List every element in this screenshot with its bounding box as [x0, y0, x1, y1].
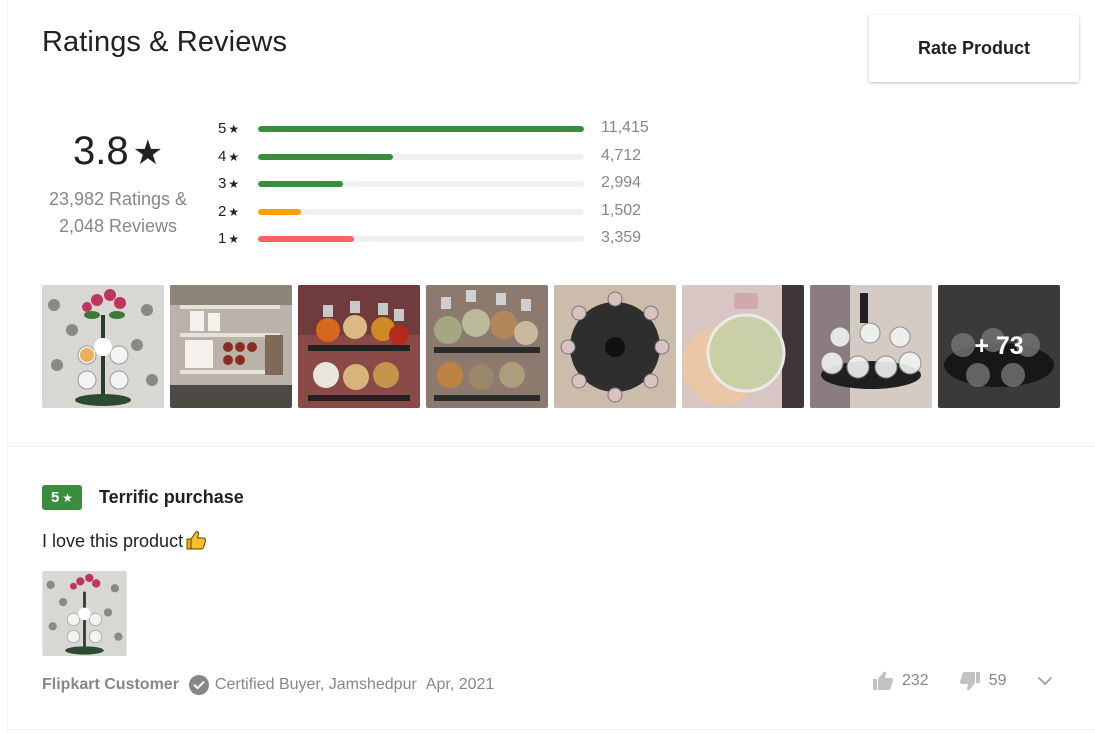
- rating-count: 3,359: [601, 229, 642, 246]
- star-icon: ★: [132, 134, 164, 172]
- star-icon: ★: [228, 122, 240, 136]
- customer-photo-more[interactable]: + 73: [938, 285, 1060, 408]
- star-icon: ★: [228, 149, 240, 164]
- certified-buyer: Certified Buyer, Jamshedpur: [214, 676, 417, 693]
- dislike-button[interactable]: 59: [959, 671, 1007, 691]
- rating-count: 11,415: [601, 119, 649, 136]
- star-icon: ★: [62, 490, 74, 505]
- ratings-total: 23,982 Ratings &: [48, 189, 188, 209]
- star-icon: ★: [228, 177, 240, 191]
- more-photos-label[interactable]: + 73: [938, 285, 1060, 408]
- review-photo[interactable]: [42, 571, 127, 656]
- review-date: Apr, 2021: [425, 676, 495, 693]
- rating-count: 4,712: [601, 146, 642, 164]
- review-rating-value: 5: [50, 489, 60, 506]
- rating-row-3: 3 ★ 2,994: [215, 173, 675, 201]
- rating-bar-track: [258, 236, 584, 242]
- rating-label: 3 ★: [218, 175, 240, 192]
- rating-bar-fill: [258, 181, 344, 187]
- rating-distribution: 5 ★ 11,415 4 ★ 4,712 3 ★ 2,994 2 ★ 1,502 1 ★ …: [215, 118, 675, 256]
- divider: [8, 446, 1095, 447]
- reviewer-name: Flipkart Customer: [42, 676, 179, 693]
- chevron-down-icon[interactable]: [1037, 676, 1053, 686]
- review-title: Terrific purchase: [99, 487, 244, 507]
- star-icon: ★: [228, 204, 240, 219]
- rating-label: 5 ★: [218, 120, 240, 137]
- rating-row-2: 2 ★ 1,502: [215, 201, 675, 229]
- rating-bar-track: [258, 181, 584, 187]
- review-text: I love this product: [42, 530, 207, 555]
- rating-label: 4 ★: [218, 147, 240, 165]
- customer-photo[interactable]: [682, 285, 804, 408]
- like-count: 232: [902, 672, 929, 689]
- divider: [8, 729, 1095, 730]
- star-icon: ★: [228, 232, 240, 246]
- ratings-count: 23,982 Ratings & 2,048 Reviews: [28, 186, 208, 240]
- rating-bar-track: [258, 208, 584, 215]
- rating-row-1: 1 ★ 3,359: [215, 228, 675, 256]
- rating-label: 1 ★: [218, 230, 240, 247]
- thumbs-down-icon: [959, 672, 980, 691]
- rating-label: 2 ★: [218, 202, 240, 220]
- rate-product-button[interactable]: Rate Product: [869, 15, 1079, 82]
- average-score: 3.8 ★: [28, 128, 208, 176]
- rating-bar-fill: [258, 208, 302, 215]
- customer-photo[interactable]: [42, 285, 164, 408]
- customer-photo[interactable]: [810, 285, 932, 408]
- thumbs-up-emoji-icon: [185, 530, 207, 555]
- rating-bar-fill: [258, 236, 354, 242]
- rating-bar-track: [258, 153, 584, 160]
- review-votes: 232 59: [872, 671, 1053, 691]
- certified-check-icon: [188, 675, 209, 695]
- rating-bar-fill: [258, 153, 393, 160]
- customer-photo[interactable]: [426, 285, 548, 408]
- dislike-count: 59: [988, 672, 1007, 689]
- section-title: Ratings & Reviews: [42, 26, 288, 58]
- rating-count: 1,502: [601, 201, 642, 219]
- customer-photo[interactable]: [170, 285, 292, 408]
- rating-row-4: 4 ★ 4,712: [215, 146, 675, 174]
- rating-count: 2,994: [601, 174, 642, 191]
- rating-row-5: 5 ★ 11,415: [215, 118, 675, 146]
- thumbs-up-icon: [873, 671, 893, 690]
- average-value: 3.8: [72, 129, 129, 173]
- ratings-panel: Ratings & Reviews Rate Product 3.8 ★ 23,9…: [7, 0, 1095, 733]
- review-meta: Flipkart Customer Certified Buyer, Jamsh…: [42, 675, 494, 695]
- average-rating: 3.8 ★ 23,982 Ratings & 2,048 Reviews: [28, 128, 208, 240]
- review-rating-badge: 5 ★: [42, 485, 82, 510]
- customer-photo[interactable]: [298, 285, 420, 408]
- customer-photo[interactable]: [554, 285, 676, 408]
- reviews-total: 2,048 Reviews: [58, 216, 178, 236]
- like-button[interactable]: 232: [872, 671, 929, 691]
- review-body: I love this product: [42, 531, 184, 551]
- rating-bar-fill: [258, 126, 584, 132]
- customer-photos: + 73: [42, 285, 1060, 408]
- rating-bar-track: [258, 126, 584, 132]
